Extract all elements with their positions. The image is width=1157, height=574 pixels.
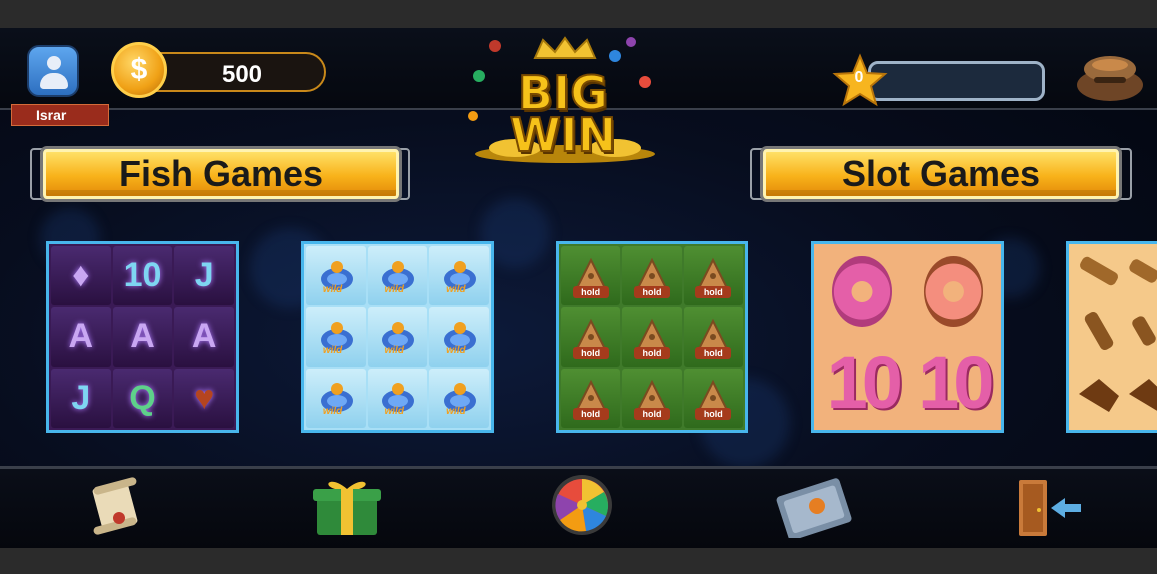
donut-symbol-grid: 10 10 — [814, 244, 1001, 430]
hold-sub-icon: hold — [691, 254, 735, 298]
hold-symbol-cell: hold — [622, 307, 682, 367]
player-name: Israr — [36, 107, 67, 123]
avatar-body — [40, 73, 68, 89]
gift-icon[interactable] — [311, 475, 383, 537]
scroll-icon[interactable] — [85, 476, 145, 536]
hold-label: hold — [572, 285, 609, 298]
wild-symbol-grid: wild wild wild wild wild wild wild wild wild — [304, 244, 491, 430]
game-card-gems[interactable]: ♦ 10 J A A A J Q ♥ — [46, 241, 239, 433]
wild-symbol-cell: wild — [306, 307, 366, 367]
wild-symbol-cell: wild — [367, 307, 428, 367]
symbol-cell: 10 — [112, 246, 173, 306]
hold-symbol-cell: hold — [683, 307, 743, 367]
symbol-cell: A — [174, 307, 234, 367]
hold-sub-icon: hold — [630, 254, 674, 298]
symbol-cell: Q — [112, 368, 173, 428]
exit-door-icon[interactable] — [1015, 476, 1085, 538]
wild-label: wild — [384, 283, 404, 295]
wild-sub-icon: wild — [315, 377, 357, 419]
hold-label: hold — [695, 285, 732, 298]
wild-sub-icon: wild — [376, 316, 418, 358]
wild-label: wild — [446, 406, 466, 418]
donut-icon — [832, 256, 892, 327]
player-name-tag: Israr — [11, 104, 109, 126]
wild-label: wild — [384, 406, 404, 418]
symbol-cell: A — [51, 307, 111, 367]
symbol-cell: ♦ — [51, 246, 111, 306]
wild-sub-icon: wild — [315, 316, 357, 358]
hold-sub-icon: hold — [630, 376, 674, 421]
coin-balance: 500 — [221, 61, 263, 88]
star-count: 0 — [854, 69, 864, 86]
wild-label: wild — [446, 344, 466, 356]
wild-symbol-cell: wild — [306, 368, 366, 428]
hold-label: hold — [633, 408, 670, 421]
game-card-telescope[interactable] — [1066, 241, 1157, 433]
donut-icon — [923, 256, 983, 327]
hold-label: hold — [572, 408, 609, 421]
hold-sub-icon: hold — [630, 315, 674, 359]
hold-sub-icon: hold — [569, 315, 613, 359]
symbol-cell: ♥ — [174, 368, 234, 428]
hold-sub-icon: hold — [569, 254, 613, 298]
hold-label: hold — [695, 408, 732, 421]
slot-games-label: Slot Games — [841, 153, 1041, 194]
wild-sub-icon: wild — [438, 377, 480, 419]
wild-symbol-cell: wild — [429, 307, 489, 367]
dollar-coin-icon: $ — [111, 42, 167, 98]
avatar[interactable] — [27, 45, 79, 97]
hold-label: hold — [633, 346, 670, 359]
symbol-cell: A — [112, 307, 173, 367]
hold-symbol-cell: hold — [622, 246, 682, 306]
wild-symbol-cell: wild — [367, 246, 428, 306]
hold-symbol-grid: hold hold hold hold hold hold hold hold hold — [559, 244, 745, 430]
fortune-wheel-icon[interactable] — [546, 472, 618, 538]
slot-games-button[interactable]: Slot Games — [763, 149, 1119, 199]
wild-sub-icon: wild — [315, 255, 357, 297]
fish-games-button[interactable]: Fish Games — [43, 149, 399, 199]
wild-symbol-cell: wild — [367, 368, 428, 428]
ten-symbol: 10 — [826, 341, 903, 424]
ten-symbol: 10 — [918, 341, 994, 424]
hold-sub-icon: hold — [569, 376, 613, 421]
rules-book-icon[interactable] — [773, 476, 857, 538]
wild-symbol-cell: wild — [429, 368, 489, 428]
wild-label: wild — [446, 283, 466, 295]
wild-sub-icon: wild — [376, 377, 418, 419]
hold-symbol-cell: hold — [561, 246, 621, 306]
wild-label: wild — [322, 283, 343, 295]
wild-sub-icon: wild — [438, 316, 480, 358]
hold-sub-icon: hold — [691, 376, 735, 421]
wild-sub-icon: wild — [376, 255, 418, 297]
wild-sub-icon: wild — [438, 255, 480, 297]
symbol-grid: ♦ 10 J A A A J Q ♥ — [49, 244, 236, 430]
wild-symbol-cell: wild — [429, 246, 489, 306]
fish-games-label: Fish Games — [118, 153, 324, 194]
game-card-wild[interactable]: wild wild wild wild wild wild wild wild wild — [301, 241, 494, 433]
hold-symbol-cell: hold — [622, 368, 682, 428]
hold-symbol-cell: hold — [561, 368, 621, 428]
hold-label: hold — [633, 285, 670, 298]
hold-symbol-cell: hold — [683, 368, 743, 428]
star-progress-bar — [868, 61, 1045, 101]
telescope-icon — [1079, 256, 1157, 412]
treasure-bag-icon[interactable] — [1074, 47, 1146, 103]
wild-label: wild — [384, 344, 404, 356]
symbol-cell: J — [174, 246, 234, 306]
hold-sub-icon: hold — [691, 315, 735, 359]
wild-label: wild — [322, 406, 343, 418]
wild-symbol-cell: wild — [306, 246, 366, 306]
avatar-head — [47, 56, 61, 70]
hold-label: hold — [695, 346, 732, 359]
game-card-hold[interactable]: hold hold hold hold hold hold hold hold hold — [556, 241, 748, 433]
big-win-line2: WIN — [509, 107, 617, 163]
symbol-cell: J — [51, 368, 111, 428]
hold-symbol-cell: hold — [561, 307, 621, 367]
hold-label: hold — [572, 346, 609, 359]
hold-symbol-cell: hold — [683, 246, 743, 306]
game-card-donut[interactable]: 10 10 — [811, 241, 1004, 433]
device-frame: Israr 500 $ 0 BIG WIN Fish Games Slot Ga… — [0, 0, 1157, 574]
wild-label: wild — [322, 344, 343, 356]
